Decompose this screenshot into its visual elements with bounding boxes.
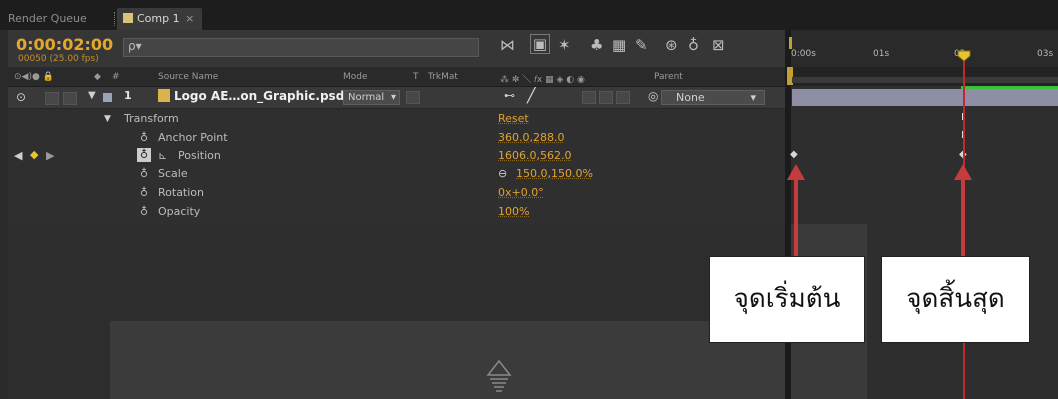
tab-comp-label: Comp 1 bbox=[137, 12, 180, 25]
position-label: Position bbox=[178, 149, 221, 162]
work-area-start-handle[interactable] bbox=[789, 37, 792, 49]
layer-index: 1 bbox=[124, 89, 132, 102]
quality-switch-icon[interactable]: ╱ bbox=[527, 88, 535, 104]
parent-header[interactable]: Parent bbox=[654, 72, 683, 82]
start-point-callout: จุดเริ่มต้น bbox=[709, 256, 865, 343]
end-annotation-arrow bbox=[961, 178, 965, 258]
time-ruler[interactable] bbox=[785, 30, 1058, 67]
transform-reset-link[interactable]: Reset bbox=[498, 112, 529, 125]
stopwatch-icon[interactable]: ♁ bbox=[140, 131, 148, 144]
scale-label: Scale bbox=[158, 167, 188, 180]
search-icon: ρ▾ bbox=[128, 39, 142, 53]
auto-keyframe-icon[interactable]: ⊛ bbox=[665, 36, 678, 54]
anchor-point-value[interactable]: 360.0,288.0 bbox=[498, 131, 564, 144]
arrow-up-icon bbox=[787, 164, 805, 180]
graph-icon[interactable]: ⊾ bbox=[158, 149, 167, 162]
panel-splitter[interactable] bbox=[785, 30, 791, 399]
tab-render-queue[interactable]: Render Queue bbox=[8, 8, 87, 30]
stopwatch-active-icon[interactable]: ♁ bbox=[137, 148, 151, 162]
stopwatch-icon[interactable]: ♁ bbox=[140, 205, 148, 218]
hide-shy-layers-icon[interactable]: ✶ bbox=[558, 36, 571, 54]
parent-value: None bbox=[676, 91, 705, 104]
rotation-label: Rotation bbox=[158, 186, 205, 199]
composition-mini-flowchart-icon[interactable]: ▣ bbox=[530, 34, 550, 54]
start-annotation-arrow bbox=[794, 178, 798, 258]
position-keyframe-start[interactable]: ◆ bbox=[790, 149, 798, 160]
motion-blur-icon[interactable]: ▦ bbox=[612, 36, 626, 54]
constrain-proportions-link-icon[interactable]: ⊖ bbox=[498, 167, 507, 180]
previous-keyframe-icon[interactable]: ◀ bbox=[14, 149, 22, 162]
trkmat-header[interactable]: TrkMat bbox=[428, 72, 458, 82]
transform-group-label: Transform bbox=[124, 112, 179, 125]
position-value[interactable]: 1606.0,562.0 bbox=[498, 149, 571, 162]
opacity-value[interactable]: 100% bbox=[498, 205, 529, 218]
label-header-icon: ◆ bbox=[94, 72, 101, 82]
ruler-tick-1: 01s bbox=[873, 49, 890, 59]
source-name-header[interactable]: Source Name bbox=[158, 72, 218, 82]
next-keyframe-icon[interactable]: ▶ bbox=[46, 149, 54, 162]
current-time-display[interactable]: 0:00:02:00 bbox=[16, 35, 113, 54]
brainstorm-icon[interactable]: ✎ bbox=[635, 36, 648, 54]
arrow-up-icon bbox=[954, 164, 972, 180]
end-point-callout: จุดสิ้นสุด bbox=[881, 256, 1030, 343]
solo-toggle[interactable] bbox=[63, 92, 77, 105]
layer-search-input[interactable] bbox=[123, 38, 479, 57]
draft-3d-icon[interactable]: ⋈ bbox=[500, 36, 515, 54]
rotation-value[interactable]: 0x+0.0° bbox=[498, 186, 544, 199]
psd-file-icon bbox=[158, 89, 170, 102]
av-features-header-icon: ⊙◀)● 🔒 bbox=[14, 72, 54, 82]
mode-header[interactable]: Mode bbox=[343, 72, 368, 82]
frame-rate-label: 00050 (25.00 fps) bbox=[18, 54, 99, 64]
chevron-down-icon: ▾ bbox=[750, 91, 756, 104]
close-icon[interactable]: × bbox=[185, 12, 194, 25]
comp-color-swatch-icon bbox=[123, 13, 133, 23]
lock-toggle[interactable] bbox=[45, 92, 59, 105]
composition-preview-area bbox=[110, 321, 785, 399]
add-keyframe-icon[interactable]: ◆ bbox=[30, 148, 38, 161]
switch-box-1[interactable] bbox=[582, 91, 596, 104]
layer-source-name[interactable]: Logo AE…on_Graphic.psd bbox=[174, 89, 344, 103]
stopwatch-icon[interactable]: ♁ bbox=[140, 186, 148, 199]
tab-comp-1[interactable]: Comp 1 × bbox=[117, 8, 202, 30]
cone-icon bbox=[486, 359, 512, 392]
switches-header-icon: ⁂ ✼ ＼ 𝑓x ▦ ◈ ◐ ◉ bbox=[500, 75, 585, 85]
parent-dropdown[interactable]: None ▾ bbox=[661, 90, 765, 105]
stopwatch-icon[interactable]: ♁ bbox=[140, 167, 148, 180]
layer-number-header: # bbox=[112, 72, 120, 82]
chevron-down-icon: ▾ bbox=[390, 92, 396, 103]
anchor-point-label: Anchor Point bbox=[158, 131, 228, 144]
mode-dropdown[interactable]: Normal ▾ bbox=[343, 90, 400, 105]
stopwatch-icon[interactable]: ♁ bbox=[688, 36, 699, 54]
preserve-transparency-toggle[interactable] bbox=[406, 91, 420, 104]
switch-box-2[interactable] bbox=[599, 91, 613, 104]
graph-editor-icon[interactable]: ⊠ bbox=[712, 36, 725, 54]
frame-blending-icon[interactable]: ♣ bbox=[590, 36, 603, 54]
expand-transform-chevron-icon[interactable]: ▼ bbox=[104, 114, 111, 124]
layer-duration-bar[interactable] bbox=[792, 89, 1058, 106]
render-preview-bar bbox=[961, 86, 1058, 89]
label-color-swatch-icon[interactable] bbox=[103, 93, 112, 102]
scale-value[interactable]: 150.0,150.0% bbox=[516, 167, 593, 180]
expand-layer-chevron-icon[interactable]: ▼ bbox=[88, 90, 96, 101]
work-area-range[interactable] bbox=[792, 77, 1058, 83]
pick-whip-icon[interactable]: ◎ bbox=[648, 89, 658, 103]
visibility-eye-icon[interactable]: ⊙ bbox=[16, 90, 26, 104]
t-header: T bbox=[413, 72, 419, 82]
shy-switch-icon[interactable]: ⊷ bbox=[504, 89, 515, 102]
ruler-tick-0: 0:00s bbox=[791, 49, 816, 59]
mode-value: Normal bbox=[348, 92, 385, 103]
ruler-tick-3: 03s bbox=[1037, 49, 1054, 59]
opacity-label: Opacity bbox=[158, 205, 201, 218]
switch-box-3[interactable] bbox=[616, 91, 630, 104]
playhead-handle-icon[interactable] bbox=[957, 50, 971, 62]
